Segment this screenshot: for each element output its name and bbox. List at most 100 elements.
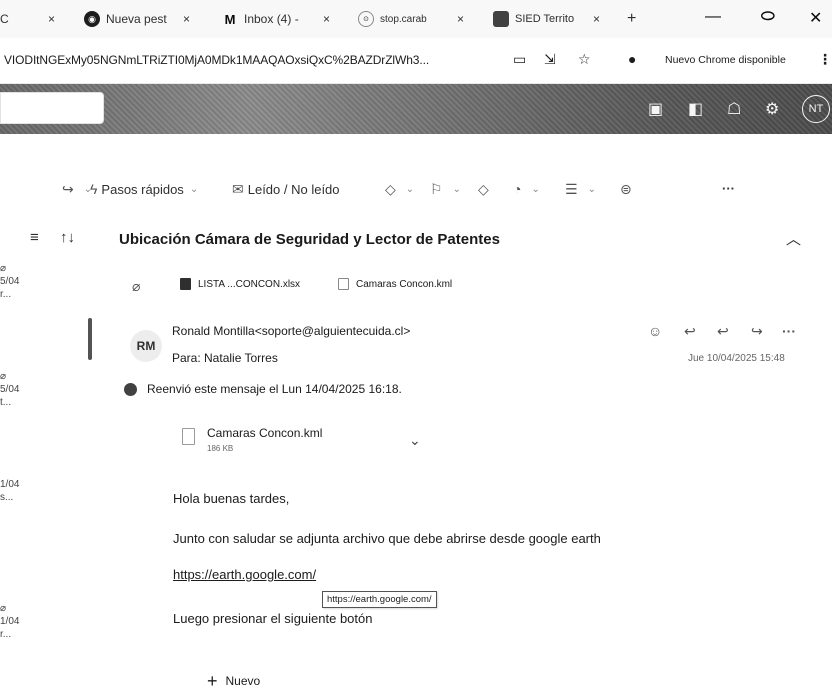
- kebab-menu-icon[interactable]: ⋮: [818, 51, 832, 68]
- rules-icon: ☰: [565, 181, 578, 197]
- list-item-preview: r...: [0, 289, 12, 300]
- tab-label: SIED Territo: [515, 13, 575, 25]
- quick-steps-label: Pasos rápidos: [101, 181, 184, 197]
- sort-icon[interactable]: ↑↓: [60, 229, 75, 246]
- pin-button[interactable]: ◇: [478, 181, 493, 198]
- close-tab-icon[interactable]: ×: [457, 8, 464, 30]
- chevron-up-icon[interactable]: ︿: [786, 228, 801, 249]
- tab-label: stop.carab: [380, 13, 427, 25]
- rules-button[interactable]: ☰ ⌄: [565, 181, 596, 198]
- recipient-line: Para: Natalie Torres: [172, 351, 278, 365]
- tag-icon: ◇: [385, 181, 396, 197]
- minimize-icon[interactable]: —: [705, 8, 721, 26]
- filter-icon[interactable]: ≡: [30, 229, 39, 246]
- tab-label: Inbox (4) -: [244, 12, 299, 26]
- immersive-reader-button[interactable]: ⊜: [620, 181, 636, 198]
- forwarded-icon: [124, 382, 137, 396]
- read-unread-button[interactable]: ✉ Leído / No leído: [232, 181, 340, 198]
- categorize-button[interactable]: ◇ ⌄: [385, 181, 414, 198]
- lightning-icon: ϟ: [90, 181, 98, 197]
- screen-icon[interactable]: ▭: [513, 51, 526, 68]
- flag-button[interactable]: ⚐ ⌄: [430, 181, 461, 198]
- chevron-down-icon: ⌄: [452, 184, 461, 195]
- chevron-down-icon: ⌄: [587, 184, 596, 195]
- tab-label: C: [0, 12, 9, 26]
- tab-stop-carab[interactable]: ⊙ stop.carab: [358, 8, 427, 30]
- attachment-card-name: Camaras Concon.kml: [207, 426, 323, 440]
- reading-pane: ≡ ↑↓ ⌀ 5/04 r... ⌀ 5/04 t... 1/04 s... ⌀…: [0, 210, 832, 690]
- outlook-header: ▣ ◧ ☖ ⚙ NT: [0, 84, 832, 134]
- sender-name[interactable]: Ronald Montilla<soporte@alguientecuida.c…: [172, 324, 410, 338]
- share-icon[interactable]: ⇲: [544, 51, 556, 68]
- teams-icon[interactable]: ▣: [648, 99, 663, 119]
- sied-icon: [493, 11, 509, 27]
- close-tab-icon[interactable]: ×: [593, 8, 600, 30]
- new-button-label: Nuevo: [225, 674, 261, 688]
- body-line-2: Luego presionar el siguiente botón: [173, 611, 373, 626]
- close-tab-icon[interactable]: ×: [183, 8, 190, 30]
- list-item-preview: r...: [0, 629, 12, 640]
- close-tab-icon[interactable]: ×: [323, 8, 330, 30]
- attachment-name: Camaras Concon.kml: [356, 278, 453, 290]
- forwarded-notice: Reenvió este mensaje el Lun 14/04/2025 1…: [124, 382, 402, 396]
- file-icon: [182, 428, 195, 445]
- chevron-down-icon: ⌄: [405, 184, 415, 195]
- chrome-update-label[interactable]: Nuevo Chrome disponible: [665, 54, 786, 66]
- tab-inbox[interactable]: M Inbox (4) -: [222, 8, 299, 30]
- chevron-down-icon[interactable]: ⌄: [409, 432, 421, 449]
- paperclip-icon: ⌀: [0, 603, 7, 614]
- sender-avatar[interactable]: RM: [130, 330, 162, 362]
- file-icon: [338, 278, 349, 290]
- list-item[interactable]: 1/04 s...: [0, 478, 19, 504]
- forward-button[interactable]: ↪ ⌄: [62, 181, 92, 198]
- close-tab-icon[interactable]: ×: [48, 8, 55, 30]
- quick-steps-button[interactable]: ϟ Pasos rápidos ⌄: [90, 181, 198, 197]
- attachment-xlsx[interactable]: LISTA ...CONCON.xlsx: [180, 278, 300, 290]
- user-avatar[interactable]: NT: [802, 95, 830, 123]
- close-window-icon[interactable]: ✕: [809, 8, 822, 28]
- emoji-icon[interactable]: ☺: [648, 323, 662, 339]
- list-item-date: 5/04: [0, 276, 20, 287]
- gear-icon[interactable]: ⚙: [765, 99, 779, 119]
- browser-tab-strip: C × ◉ Nueva pest × M Inbox (4) - × ⊙ sto…: [0, 0, 832, 38]
- selected-indicator: [88, 318, 92, 360]
- notifications-icon[interactable]: ☖: [727, 99, 741, 119]
- list-item[interactable]: ⌀ 5/04 r...: [0, 262, 19, 301]
- body-greeting: Hola buenas tardes,: [173, 491, 290, 506]
- maximize-icon[interactable]: ⬭: [761, 8, 775, 26]
- envelope-open-icon: ✉: [232, 181, 244, 197]
- message-date: Jue 10/04/2025 15:48: [688, 353, 785, 364]
- extension-icon[interactable]: ●: [628, 51, 636, 67]
- plus-icon: +: [207, 671, 218, 690]
- new-tab-button[interactable]: +: [627, 8, 636, 30]
- notes-icon[interactable]: ◧: [688, 99, 703, 119]
- snooze-button[interactable]: ◔ ⌄: [513, 181, 540, 197]
- command-toolbar: ↪ ⌄ ϟ Pasos rápidos ⌄ ✉ Leído / No leído…: [0, 175, 832, 207]
- paperclip-icon: ⌀: [0, 263, 7, 274]
- tab-nueva-pestana[interactable]: ◉ Nueva pest: [84, 8, 167, 30]
- reply-icon[interactable]: ↩: [684, 323, 696, 340]
- excel-file-icon: [180, 278, 191, 290]
- attachment-card[interactable]: Camaras Concon.kml 186 KB ⌄: [182, 420, 452, 468]
- forward-icon[interactable]: ↪: [751, 323, 763, 340]
- tab-sied[interactable]: SIED Territo: [493, 8, 574, 30]
- new-button[interactable]: + Nuevo: [207, 671, 261, 690]
- earth-link[interactable]: https://earth.google.com/: [173, 567, 316, 582]
- search-input[interactable]: [0, 92, 104, 124]
- star-icon[interactable]: ☆: [578, 51, 591, 68]
- list-item[interactable]: ⌀ 1/04 r...: [0, 602, 19, 641]
- forward-icon: ↪: [62, 181, 74, 197]
- list-item-date: 1/04: [0, 616, 20, 627]
- reader-icon: ⊜: [620, 181, 632, 197]
- more-actions-icon[interactable]: ···: [782, 323, 796, 339]
- url-field[interactable]: VIODItNGExMy05NGNmLTRiZTI0MjA0MDk1MAAQAO…: [4, 53, 429, 67]
- message-subject: Ubicación Cámara de Seguridad y Lector d…: [119, 231, 500, 248]
- reply-all-icon[interactable]: ↩: [717, 323, 729, 340]
- more-options-button[interactable]: ···: [722, 181, 735, 196]
- chrome-icon: ◉: [84, 11, 100, 27]
- link-tooltip: https://earth.google.com/: [322, 591, 437, 608]
- list-item[interactable]: ⌀ 5/04 t...: [0, 370, 19, 409]
- tab-google[interactable]: C: [0, 8, 9, 30]
- attachment-name: LISTA ...CONCON.xlsx: [198, 278, 301, 290]
- attachment-kml[interactable]: Camaras Concon.kml: [338, 278, 452, 290]
